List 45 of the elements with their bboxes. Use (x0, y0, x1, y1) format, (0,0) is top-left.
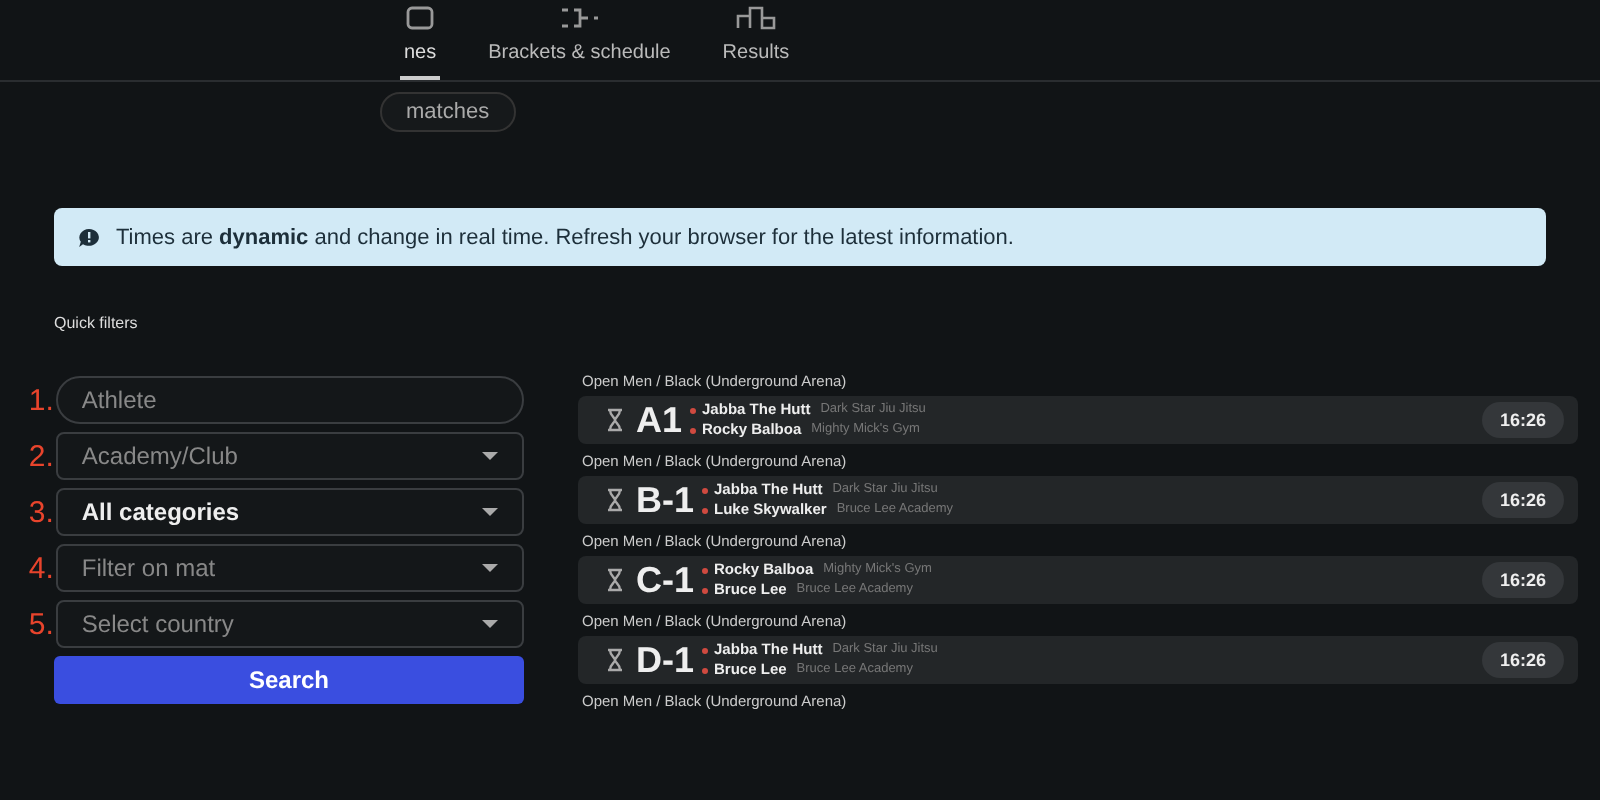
nav-tab[interactable]: Brackets & schedule (484, 6, 675, 80)
select-field[interactable]: Select country (55, 600, 524, 648)
time-badge: 16:26 (1481, 642, 1564, 678)
nav-tab[interactable]: nes (400, 6, 441, 80)
screen-icon (406, 6, 435, 30)
step-number: 3. (26, 495, 56, 529)
status-dot (702, 647, 709, 653)
status-dot (690, 407, 697, 413)
fight-number: C-1 (636, 559, 695, 601)
time-badge: 16:26 (1481, 562, 1564, 598)
caret-icon (482, 508, 498, 516)
caret-icon (482, 620, 498, 628)
time-badge: 16:26 (1481, 402, 1564, 438)
podium-icon (735, 6, 776, 30)
section-title: Quick filters (54, 314, 140, 332)
status-dot (702, 487, 709, 493)
hourglass-icon (606, 408, 624, 432)
time-badge: 16:26 (1481, 482, 1564, 518)
step-number: 2. (26, 439, 56, 473)
select-field[interactable]: Academy/Club (55, 432, 524, 480)
status-dot (702, 567, 709, 573)
alert-icon (78, 227, 100, 247)
nav-tab[interactable]: Results (718, 6, 794, 80)
bracket-icon (557, 6, 602, 30)
step-number: 4. (26, 551, 56, 585)
fight-number: B-1 (636, 479, 695, 521)
hourglass-icon (606, 648, 624, 672)
select-field[interactable]: All categories (55, 488, 524, 536)
filter-chip[interactable]: matches (380, 92, 516, 132)
notice-text: Times are dynamic and change in real time. Refresh your browser for the latest information. (116, 225, 1014, 249)
step-number: 5. (26, 607, 56, 641)
fight-number: A1 (636, 399, 683, 441)
hourglass-icon (606, 568, 624, 592)
select-field[interactable]: Filter on mat (55, 544, 524, 592)
athlete-field[interactable]: Athlete (55, 376, 524, 424)
step-number: 1. (26, 383, 56, 417)
status-dot (702, 587, 709, 593)
fight-number: D-1 (636, 639, 695, 681)
status-dot (690, 427, 697, 433)
caret-icon (482, 452, 498, 460)
status-dot (702, 507, 709, 513)
hourglass-icon (606, 488, 624, 512)
caret-icon (482, 564, 498, 572)
status-dot (702, 667, 709, 673)
search-button[interactable]: Search (54, 656, 524, 704)
